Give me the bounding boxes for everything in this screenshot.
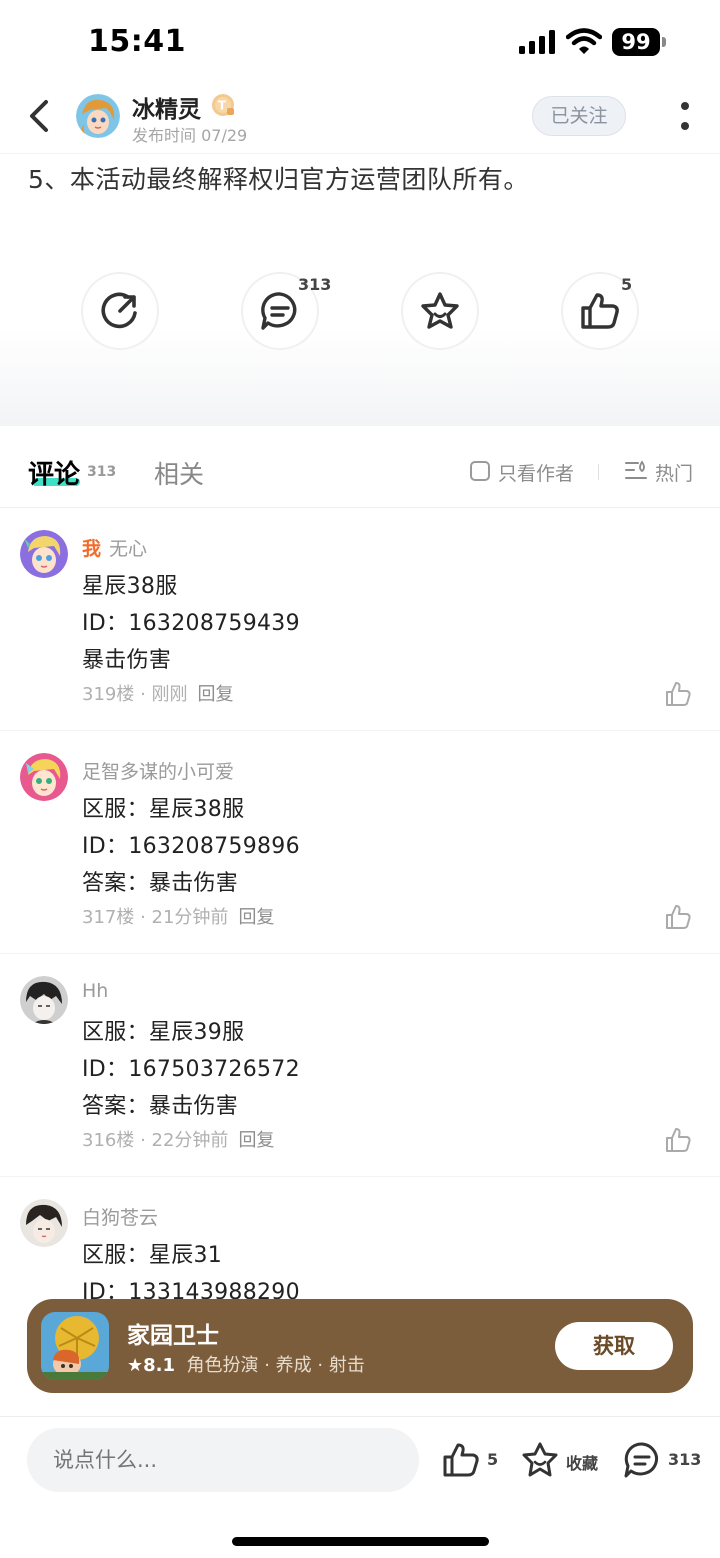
level-badge-icon: T [212,94,234,116]
comment-avatar[interactable] [20,1199,68,1247]
comment-username-row: 我无心 [82,534,147,561]
reply-button[interactable]: 回复 [238,907,274,928]
bottom-like-count[interactable]: 5 [487,1450,498,1469]
publish-time: 发布时间 07/29 [132,126,248,145]
author-name[interactable]: 冰精灵 [132,90,201,124]
comment-line: ID：163208759896 [82,834,300,859]
post-header: 冰精灵 T 发布时间 07/29 已关注 [0,84,720,154]
comment-line: ID：163208759439 [82,611,300,636]
comment-icon [261,292,297,330]
comment-like-icon[interactable] [664,903,692,931]
article-text: 5、本活动最终解释权归官方运营团队所有。 [28,165,529,194]
back-arrow-icon[interactable] [22,96,58,136]
comment-item: 我无心 星辰38服 ID：163208759439 暴击伤害 319楼 · 刚刚… [0,508,720,731]
star-icon[interactable] [520,1440,560,1480]
wifi-icon [566,28,602,54]
home-indicator[interactable] [232,1537,489,1546]
comment-line: 星辰38服 [82,574,178,599]
status-time: 15:41 [88,24,186,59]
favorite-button[interactable] [401,272,479,350]
comment-item: Hh 区服：星辰39服 ID：167503726572 答案：暴击伤害 316楼… [0,954,720,1177]
follow-button[interactable]: 已关注 [532,96,626,136]
comment-username[interactable]: 足智多谋的小可爱 [82,757,234,784]
comment-icon[interactable] [622,1440,662,1480]
game-icon [41,1312,109,1380]
comment-time: 22分钟前 [151,1130,229,1151]
comment-meta: 319楼 · 刚刚 回复 [82,684,234,705]
comment-item: 足智多谋的小可爱 区服：星辰38服 ID：163208759896 答案：暴击伤… [0,731,720,954]
bottom-favorite-label[interactable]: 收藏 [566,1450,598,1474]
like-count: 5 [621,275,633,294]
tab-comments-count: 313 [87,464,117,480]
comment-floor: 317楼 [82,907,135,928]
comment-time: 刚刚 [151,684,188,705]
comment-line: 答案：暴击伤害 [82,1094,239,1119]
game-promo-banner[interactable]: 家园卫士 ★8.1 角色扮演 · 养成 · 射击 获取 [27,1299,693,1393]
svg-text:T: T [218,99,227,113]
comment-line: 区服：星辰31 [82,1243,223,1268]
sort-hot-label[interactable]: 热门 [655,459,693,486]
bottom-comment-count[interactable]: 313 [668,1450,701,1469]
comment-line: 答案：暴击伤害 [82,871,239,896]
comment-meta: 316楼 · 22分钟前 回复 [82,1130,275,1151]
bottom-action-bar: 5 收藏 313 [0,1416,720,1558]
comment-meta: 317楼 · 21分钟前 回复 [82,907,275,928]
comment-line: ID：167503726572 [82,1057,300,1082]
comment-line: 暴击伤害 [82,648,172,673]
post-action-area: 313 5 [0,230,720,426]
comment-like-icon[interactable] [664,680,692,708]
game-meta: ★8.1 角色扮演 · 养成 · 射击 [127,1351,365,1377]
game-rating: 8.1 [143,1355,176,1376]
more-options-icon[interactable] [674,98,696,134]
comment-floor: 319楼 [82,684,135,705]
share-icon [101,292,137,329]
reply-button[interactable]: 回复 [198,684,234,705]
comment-floor: 316楼 [82,1130,135,1151]
author-only-label[interactable]: 只看作者 [498,459,574,486]
comment-line: 区服：星辰39服 [82,1020,245,1045]
comment-input[interactable] [27,1428,419,1492]
author-avatar[interactable] [76,94,120,138]
comment-line: 区服：星辰38服 [82,797,245,822]
game-tags: 角色扮演 · 养成 · 射击 [186,1355,365,1376]
status-bar: 15:41 99 [0,0,720,84]
comment-username[interactable]: 无心 [109,538,147,560]
share-button[interactable] [81,272,159,350]
comment-tabs: 评论 313 相关 只看作者 热门 [0,426,720,508]
comment-avatar[interactable] [20,530,68,578]
tab-comments[interactable]: 评论 [28,454,80,491]
battery-tip [662,37,666,47]
comment-username[interactable]: Hh [82,980,108,1002]
thumbs-up-icon [581,293,619,329]
battery-indicator: 99 [612,28,666,56]
comment-avatar[interactable] [20,976,68,1024]
comment-avatar[interactable] [20,753,68,801]
comment-username[interactable]: 白狗苍云 [82,1203,158,1230]
get-game-button[interactable]: 获取 [555,1322,673,1370]
reply-button[interactable]: 回复 [238,1130,274,1151]
tab-related[interactable]: 相关 [154,455,204,491]
sort-icon[interactable] [624,460,648,482]
comment-like-icon[interactable] [664,1126,692,1154]
tab-divider [598,464,599,480]
star-icon [421,292,459,329]
thumbs-up-icon[interactable] [441,1440,481,1480]
game-title: 家园卫士 [127,1323,219,1349]
star-rating-icon: ★ [127,1355,144,1376]
battery-level: 99 [612,28,660,56]
author-only-checkbox[interactable] [470,461,490,481]
comment-time: 21分钟前 [151,907,229,928]
me-tag: 我 [82,538,102,560]
comment-count: 313 [298,275,332,294]
cellular-signal-icon [519,30,555,54]
